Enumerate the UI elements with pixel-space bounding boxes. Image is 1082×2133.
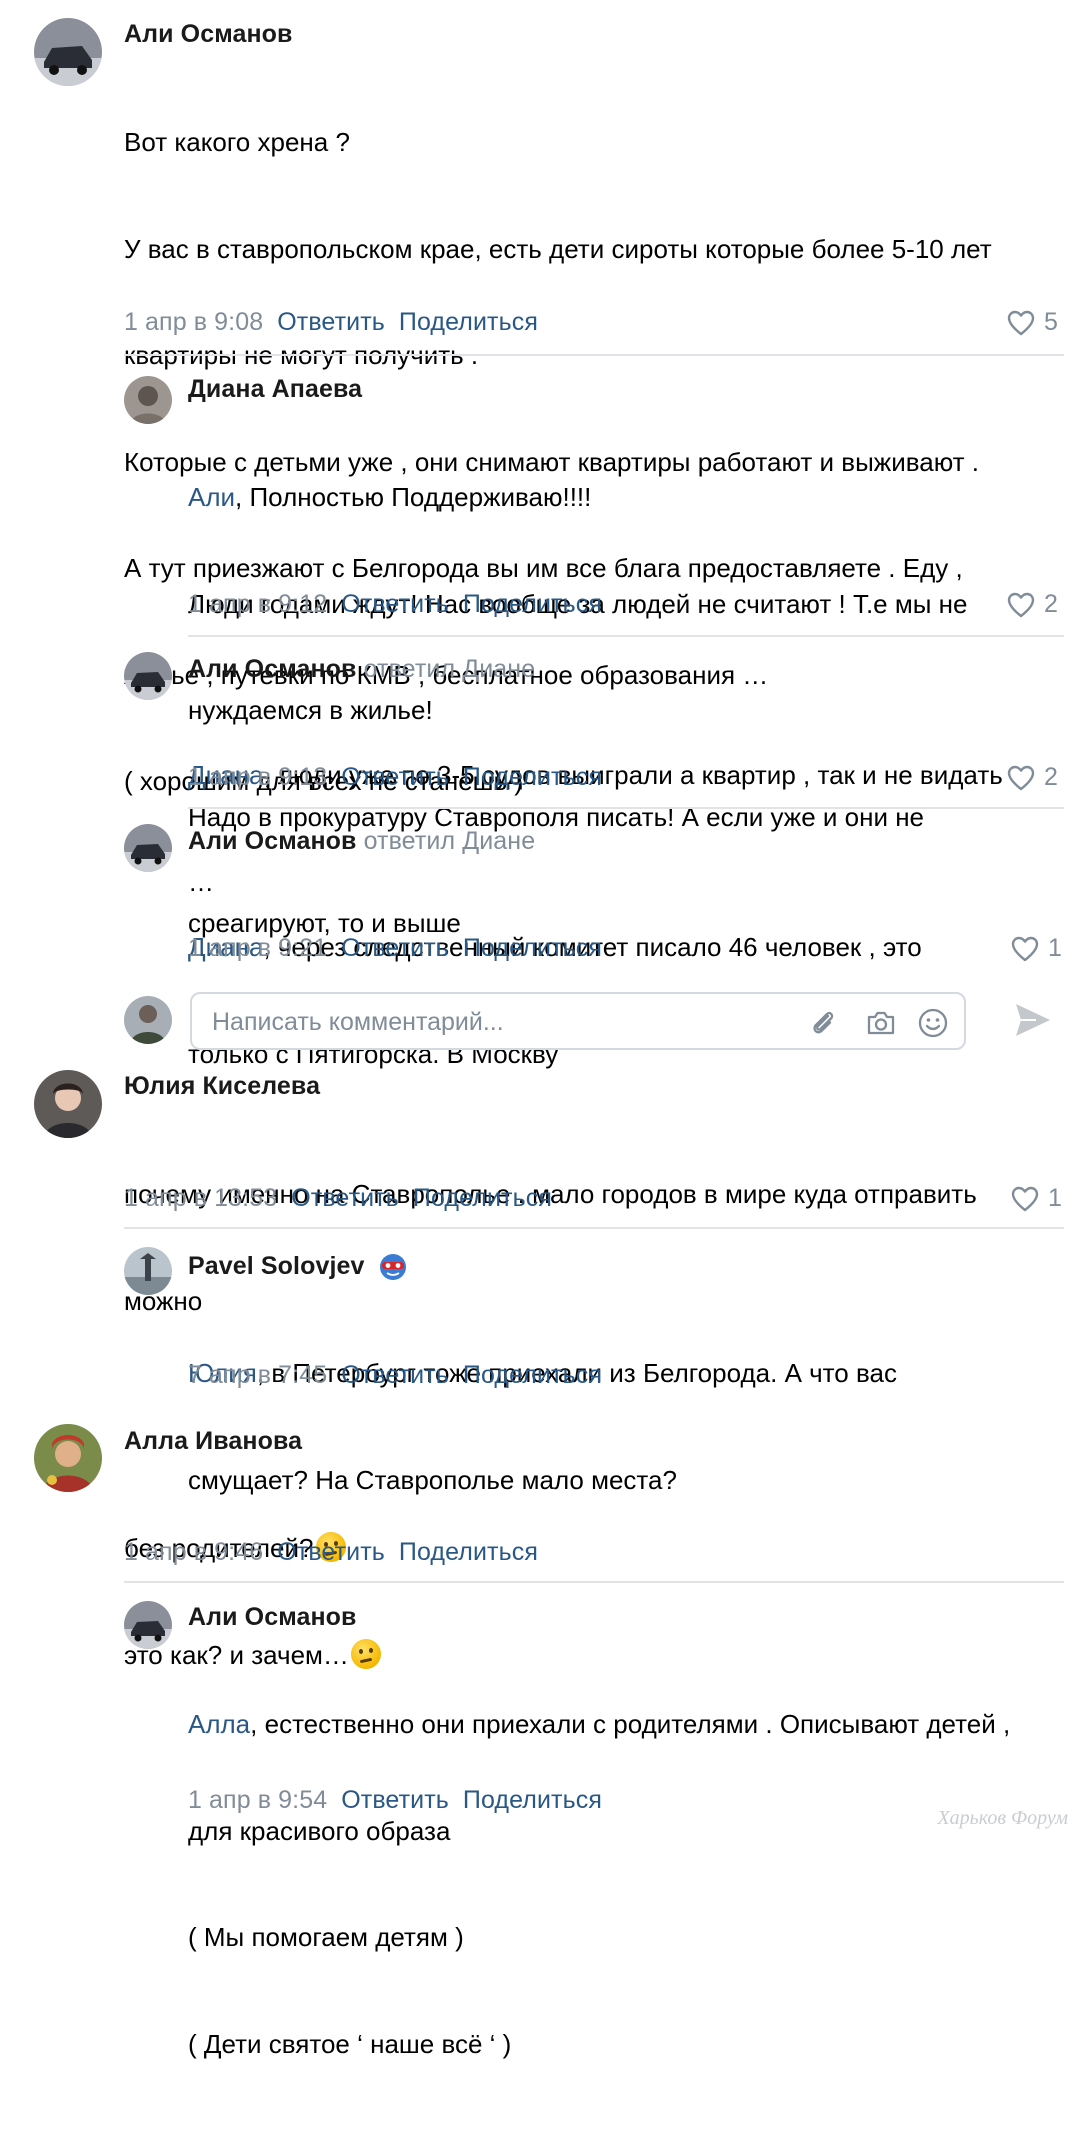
heart-icon [1007,592,1035,617]
avatar[interactable] [124,376,172,424]
comment-meta: 1 апр в 13:53 Ответить Поделиться [124,1184,552,1213]
share-button[interactable]: Поделиться [463,763,602,791]
comment-date[interactable]: 1 апр в 13:53 [124,1184,277,1212]
avatar[interactable] [34,18,102,86]
comment-meta: 1 апр в 9:46 Ответить Поделиться [124,1538,538,1567]
share-button[interactable]: Поделиться [463,1786,602,1814]
like-button[interactable]: 2 [1006,763,1058,792]
comment-date[interactable]: 1 апр в 9:21 [188,934,327,962]
avatar[interactable] [124,1247,172,1295]
separator [124,1581,1064,1583]
reply-button[interactable]: Ответить [277,1538,385,1566]
comment-composer [190,992,966,1050]
like-button[interactable]: 1 [1010,1184,1062,1213]
reply-button[interactable]: Ответить [341,1361,449,1389]
reply-button[interactable]: Ответить [277,308,385,336]
comment-line: У вас в ставропольском крае, есть дети с… [124,233,992,264]
mention-link[interactable]: Али [188,482,235,512]
heart-icon [1011,1186,1039,1211]
comment-date[interactable]: 1 апр в 9:13 [188,763,327,791]
replied-to[interactable]: ответил Диане [364,827,536,855]
comments-page: Али Османов Вот какого хрена ? У вас в с… [0,0,1082,2059]
comment-input[interactable] [210,1004,774,1040]
avatar[interactable] [124,1601,172,1649]
like-button[interactable]: 1 [1010,934,1062,963]
heart-icon [1007,765,1035,790]
comment-meta: 7 апр в 7:45 Ответить Поделиться [188,1361,602,1390]
superhero-mask-icon [379,1254,406,1280]
share-button[interactable]: Поделиться [463,934,602,962]
like-button[interactable]: 2 [1006,590,1058,619]
share-button[interactable]: Поделиться [399,1538,538,1566]
like-button[interactable]: 5 [1006,308,1058,337]
comment-text: Алла, естественно они приехали с родител… [188,1636,1064,2133]
reply-button[interactable]: Ответить [291,1184,399,1212]
watermark: Харьков Форум [937,1807,1068,1829]
comment-date[interactable]: 1 апр в 9:08 [124,308,263,336]
share-button[interactable]: Поделиться [463,590,602,618]
comment-author[interactable]: Али Османов ответил Диане [188,655,535,684]
avatar[interactable] [124,652,172,700]
separator [124,1227,1064,1229]
comment-meta: 1 апр в 9:54 Ответить Поделиться [188,1786,602,1815]
separator [188,635,1064,637]
comment-author[interactable]: Али Османов [124,20,293,49]
author-name[interactable]: Али Османов [188,655,357,683]
reply-button[interactable]: Ответить [341,1786,449,1814]
avatar[interactable] [124,824,172,872]
comment-line: ( Дети святое ‘ наше всё ‘ ) [188,2028,512,2059]
comment-line: для красивого образа [188,1815,451,1846]
like-count: 5 [1044,308,1058,336]
like-count: 1 [1048,934,1062,962]
share-button[interactable]: Поделиться [399,308,538,336]
send-icon[interactable] [1012,1000,1054,1040]
comment-author[interactable]: Юлия Киселева [124,1072,320,1101]
author-name[interactable]: Pavel Solovjev [188,1252,365,1280]
comment-date[interactable]: 1 апр в 9:46 [124,1538,263,1566]
share-button[interactable]: Поделиться [413,1184,552,1212]
avatar[interactable] [34,1424,102,1492]
reply-button[interactable]: Ответить [341,763,449,791]
replied-to[interactable]: ответил Диане [364,655,536,683]
heart-icon [1007,310,1035,335]
like-count: 2 [1044,763,1058,791]
comment-line: Али, Полностью Поддерживаю!!!! [188,482,592,512]
comment-date[interactable]: 1 апр в 9:12 [188,590,327,618]
like-count: 2 [1044,590,1058,618]
reply-button[interactable]: Ответить [341,934,449,962]
reply-button[interactable]: Ответить [341,590,449,618]
comment-meta: 1 апр в 9:08 Ответить Поделиться [124,308,538,337]
separator [124,354,1064,356]
paperclip-icon[interactable] [806,1006,840,1040]
share-button[interactable]: Поделиться [463,1361,602,1389]
comment-meta: 1 апр в 9:21 Ответить Поделиться [188,934,602,963]
comment-line: ( Мы помогаем детям ) [188,1922,464,1952]
mention-link[interactable]: Алла [188,1709,250,1739]
avatar[interactable] [34,1070,102,1138]
heart-icon [1011,936,1039,961]
current-user-avatar[interactable] [124,996,172,1044]
comment-author[interactable]: Диана Апаева [188,375,362,404]
separator [34,1068,1064,1070]
comment-date[interactable]: 7 апр в 7:45 [188,1361,327,1389]
comment-meta: 1 апр в 9:13 Ответить Поделиться [188,763,602,792]
comment-line: Алла, естественно они приехали с родител… [188,1709,1011,1739]
like-count: 1 [1048,1184,1062,1212]
author-name[interactable]: Али Османов [188,827,357,855]
comment-date[interactable]: 1 апр в 9:54 [188,1786,327,1814]
comment-author[interactable]: Pavel Solovjev [188,1250,408,1282]
comment-line: Вот какого хрена ? [124,127,350,157]
comment-author[interactable]: Алла Иванова [124,1427,302,1456]
smile-icon[interactable] [916,1006,950,1040]
camera-icon[interactable] [864,1006,898,1040]
separator [188,807,1064,809]
comment-meta: 1 апр в 9:12 Ответить Поделиться [188,590,602,619]
comment-author[interactable]: Али Османов ответил Диане [188,827,535,856]
comment-author[interactable]: Али Османов [188,1603,357,1632]
